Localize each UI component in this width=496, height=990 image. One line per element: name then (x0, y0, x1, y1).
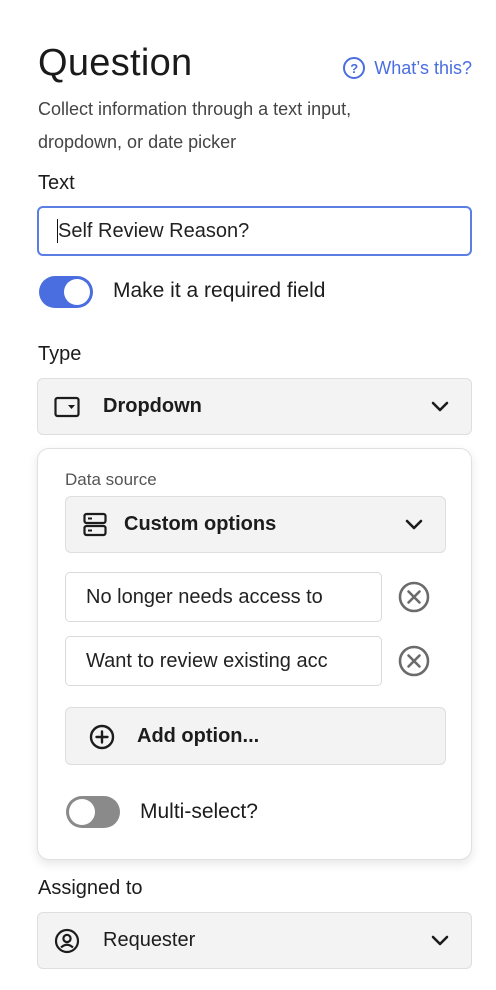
required-field-label: Make it a required field (113, 279, 326, 302)
assigned-to-label: Assigned to (38, 877, 143, 899)
chevron-down-icon (431, 401, 449, 411)
option-input-1[interactable]: No longer needs access to (65, 572, 382, 622)
dropdown-icon (54, 394, 80, 420)
question-text-input[interactable] (37, 206, 472, 256)
add-option-label: Add option... (137, 725, 260, 747)
remove-option-icon[interactable] (397, 644, 431, 678)
page-title: Question (38, 42, 193, 84)
whats-this-label: What’s this? (374, 57, 472, 78)
user-circle-icon (54, 928, 80, 954)
add-option-button[interactable]: Add option... (65, 707, 446, 765)
multi-select-toggle[interactable] (66, 796, 120, 828)
text-caret (57, 219, 58, 243)
remove-option-icon[interactable] (397, 580, 431, 614)
page-description: Collect information through a text input… (38, 99, 352, 152)
text-field-label: Text (38, 172, 75, 194)
chevron-down-icon (405, 519, 423, 529)
type-selected-value: Dropdown (103, 395, 202, 417)
assigned-to-select[interactable]: Requester (37, 912, 472, 969)
type-label: Type (38, 343, 82, 365)
server-icon (82, 512, 108, 538)
toggle-knob (64, 279, 90, 305)
whats-this-link[interactable]: ? What’s this? (343, 57, 472, 79)
data-source-selected-value: Custom options (124, 513, 277, 535)
toggle-knob (69, 799, 95, 825)
data-source-label: Data source (65, 470, 157, 489)
chevron-down-icon (431, 935, 449, 945)
option-input-2[interactable]: Want to review existing acc (65, 636, 382, 686)
required-field-toggle[interactable] (39, 276, 93, 308)
multi-select-label: Multi-select? (140, 800, 258, 823)
plus-circle-icon (89, 724, 115, 750)
assigned-to-selected-value: Requester (103, 929, 196, 951)
question-circle-icon: ? (343, 57, 366, 79)
type-select[interactable]: Dropdown (37, 378, 472, 435)
data-source-select[interactable]: Custom options (65, 496, 446, 553)
data-source-panel: Data source Custom options No longer nee… (37, 448, 472, 860)
